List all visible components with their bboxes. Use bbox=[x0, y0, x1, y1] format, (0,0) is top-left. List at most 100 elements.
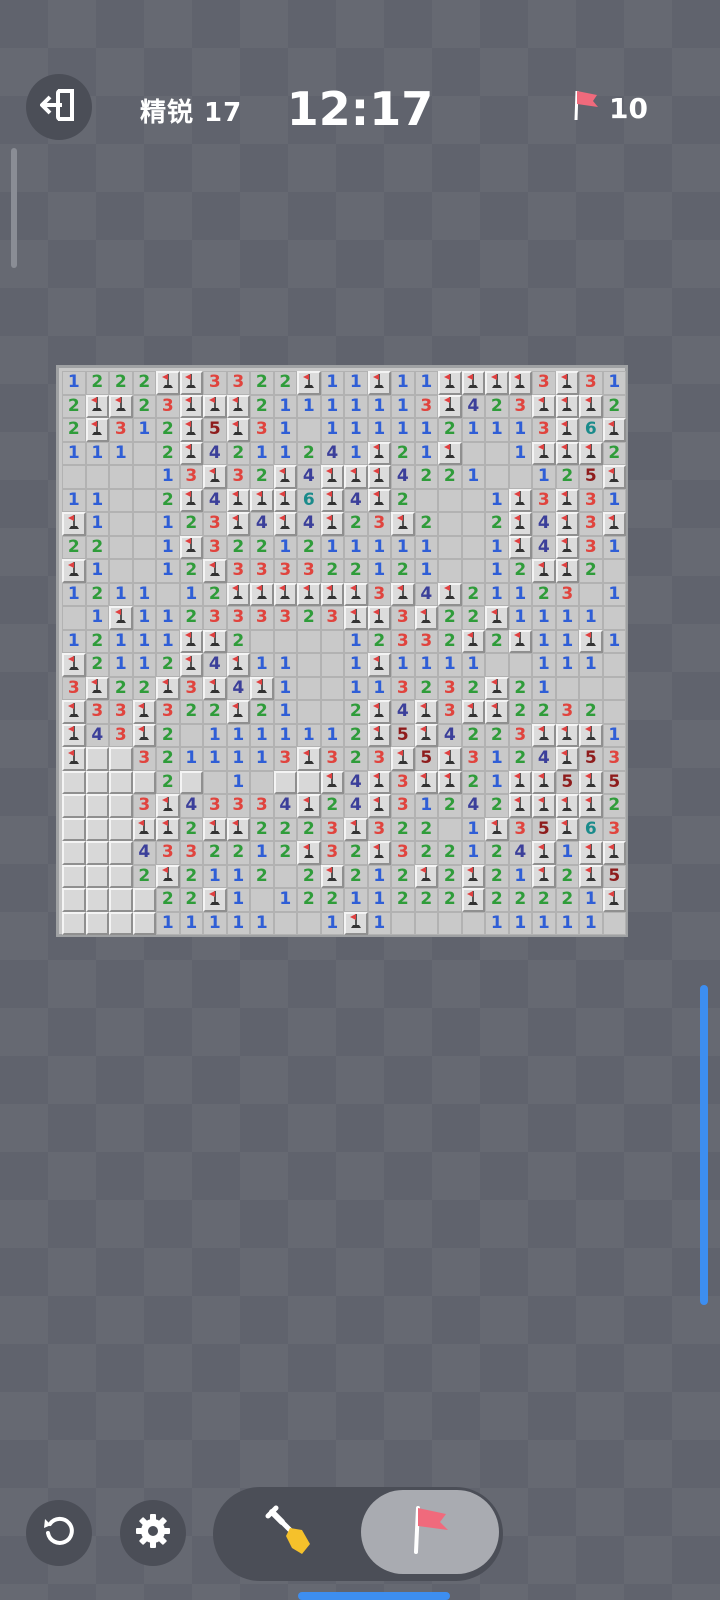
number-cell[interactable]: 5 bbox=[602, 770, 626, 794]
number-cell[interactable]: 3 bbox=[414, 394, 438, 418]
number-cell[interactable]: 1 bbox=[508, 418, 532, 442]
number-cell[interactable]: 4 bbox=[532, 535, 556, 559]
empty-cell[interactable] bbox=[297, 418, 321, 442]
number-cell[interactable]: 1 bbox=[250, 723, 274, 747]
number-cell[interactable]: 3 bbox=[179, 676, 203, 700]
number-cell[interactable]: 1 bbox=[156, 465, 180, 489]
number-cell[interactable]: 3 bbox=[203, 535, 227, 559]
number-cell[interactable]: 2 bbox=[273, 841, 297, 865]
number-cell[interactable]: 2 bbox=[320, 559, 344, 583]
number-cell[interactable]: 1 bbox=[344, 394, 368, 418]
number-cell[interactable]: 2 bbox=[461, 676, 485, 700]
empty-cell[interactable] bbox=[555, 676, 579, 700]
number-cell[interactable]: 1 bbox=[344, 371, 368, 395]
flagged-cell[interactable] bbox=[579, 841, 603, 865]
flagged-cell[interactable] bbox=[62, 747, 86, 771]
unrevealed-cell[interactable] bbox=[85, 770, 109, 794]
number-cell[interactable]: 2 bbox=[485, 794, 509, 818]
empty-cell[interactable] bbox=[203, 770, 227, 794]
number-cell[interactable]: 1 bbox=[367, 535, 391, 559]
number-cell[interactable]: 1 bbox=[602, 629, 626, 653]
number-cell[interactable]: 1 bbox=[438, 653, 462, 677]
empty-cell[interactable] bbox=[438, 559, 462, 583]
number-cell[interactable]: 2 bbox=[508, 747, 532, 771]
number-cell[interactable]: 2 bbox=[179, 817, 203, 841]
number-cell[interactable]: 4 bbox=[438, 723, 462, 747]
number-cell[interactable]: 1 bbox=[250, 911, 274, 935]
flagged-cell[interactable] bbox=[132, 817, 156, 841]
unrevealed-cell[interactable] bbox=[62, 817, 86, 841]
unrevealed-cell[interactable] bbox=[109, 770, 133, 794]
number-cell[interactable]: 1 bbox=[85, 441, 109, 465]
number-cell[interactable]: 1 bbox=[461, 841, 485, 865]
empty-cell[interactable] bbox=[132, 441, 156, 465]
number-cell[interactable]: 2 bbox=[297, 441, 321, 465]
number-cell[interactable]: 2 bbox=[62, 394, 86, 418]
number-cell[interactable]: 3 bbox=[579, 371, 603, 395]
flagged-cell[interactable] bbox=[555, 394, 579, 418]
number-cell[interactable]: 2 bbox=[85, 629, 109, 653]
flagged-cell[interactable] bbox=[438, 394, 462, 418]
number-cell[interactable]: 2 bbox=[438, 418, 462, 442]
flagged-cell[interactable] bbox=[203, 676, 227, 700]
number-cell[interactable]: 2 bbox=[602, 794, 626, 818]
number-cell[interactable]: 1 bbox=[391, 653, 415, 677]
number-cell[interactable]: 3 bbox=[320, 841, 344, 865]
number-cell[interactable]: 3 bbox=[273, 559, 297, 583]
flagged-cell[interactable] bbox=[508, 512, 532, 536]
number-cell[interactable]: 3 bbox=[367, 817, 391, 841]
number-cell[interactable]: 1 bbox=[344, 653, 368, 677]
flagged-cell[interactable] bbox=[555, 817, 579, 841]
number-cell[interactable]: 1 bbox=[156, 559, 180, 583]
number-cell[interactable]: 3 bbox=[226, 559, 250, 583]
number-cell[interactable]: 1 bbox=[391, 418, 415, 442]
flagged-cell[interactable] bbox=[344, 911, 368, 935]
number-cell[interactable]: 1 bbox=[62, 629, 86, 653]
number-cell[interactable]: 1 bbox=[602, 371, 626, 395]
number-cell[interactable]: 2 bbox=[132, 394, 156, 418]
empty-cell[interactable] bbox=[273, 629, 297, 653]
number-cell[interactable]: 1 bbox=[203, 723, 227, 747]
number-cell[interactable]: 1 bbox=[414, 559, 438, 583]
number-cell[interactable]: 3 bbox=[156, 841, 180, 865]
number-cell[interactable]: 2 bbox=[226, 441, 250, 465]
flagged-cell[interactable] bbox=[179, 535, 203, 559]
number-cell[interactable]: 2 bbox=[320, 794, 344, 818]
number-cell[interactable]: 1 bbox=[226, 911, 250, 935]
empty-cell[interactable] bbox=[461, 441, 485, 465]
number-cell[interactable]: 1 bbox=[109, 441, 133, 465]
number-cell[interactable]: 1 bbox=[250, 747, 274, 771]
number-cell[interactable]: 2 bbox=[414, 888, 438, 912]
flagged-cell[interactable] bbox=[555, 747, 579, 771]
number-cell[interactable]: 1 bbox=[250, 441, 274, 465]
empty-cell[interactable] bbox=[602, 700, 626, 724]
empty-cell[interactable] bbox=[602, 911, 626, 935]
empty-cell[interactable] bbox=[320, 629, 344, 653]
number-cell[interactable]: 1 bbox=[344, 629, 368, 653]
number-cell[interactable]: 1 bbox=[508, 441, 532, 465]
empty-cell[interactable] bbox=[461, 535, 485, 559]
number-cell[interactable]: 1 bbox=[485, 418, 509, 442]
dig-tool-button[interactable] bbox=[230, 1490, 350, 1578]
number-cell[interactable]: 1 bbox=[156, 512, 180, 536]
empty-cell[interactable] bbox=[250, 629, 274, 653]
number-cell[interactable]: 1 bbox=[320, 911, 344, 935]
flagged-cell[interactable] bbox=[438, 582, 462, 606]
flagged-cell[interactable] bbox=[85, 418, 109, 442]
number-cell[interactable]: 1 bbox=[132, 582, 156, 606]
number-cell[interactable]: 1 bbox=[62, 441, 86, 465]
unrevealed-cell[interactable] bbox=[62, 864, 86, 888]
number-cell[interactable]: 2 bbox=[226, 535, 250, 559]
number-cell[interactable]: 1 bbox=[367, 418, 391, 442]
number-cell[interactable]: 5 bbox=[579, 747, 603, 771]
flagged-cell[interactable] bbox=[367, 606, 391, 630]
empty-cell[interactable] bbox=[602, 559, 626, 583]
number-cell[interactable]: 2 bbox=[109, 371, 133, 395]
number-cell[interactable]: 1 bbox=[555, 629, 579, 653]
number-cell[interactable]: 3 bbox=[226, 371, 250, 395]
number-cell[interactable]: 2 bbox=[367, 629, 391, 653]
empty-cell[interactable] bbox=[132, 535, 156, 559]
flagged-cell[interactable] bbox=[344, 606, 368, 630]
number-cell[interactable]: 1 bbox=[344, 535, 368, 559]
number-cell[interactable]: 2 bbox=[132, 371, 156, 395]
